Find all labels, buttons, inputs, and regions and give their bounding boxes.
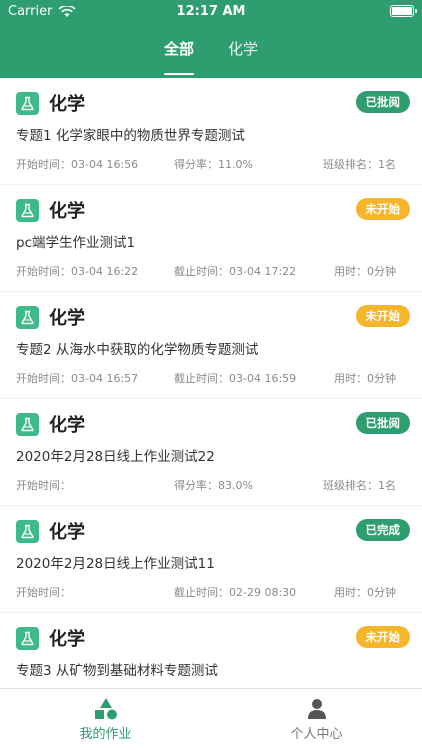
status-badge: 未开始 (355, 626, 410, 648)
homework-list[interactable]: 化学 已批阅 专题1 化学家眼中的物质世界专题测试 开始时间：03-04 16:56 得… (0, 78, 422, 688)
homework-card[interactable]: 化学 已完成 2020年2月28日线上作业测试11 开始时间： 截止时间：02-29 0… (0, 506, 422, 612)
subject-label: 化学 (49, 94, 85, 115)
subject-label: 化学 (49, 308, 85, 329)
homework-title: 专题3 从矿物到基础材料专题测试 (16, 663, 218, 679)
status-badge: 已批阅 (355, 91, 410, 113)
homework-title: 2020年2月28日线上作业测试22 (16, 449, 215, 465)
status-badge: 已完成 (355, 519, 410, 541)
meta-item-3: 用时：0分钟 (334, 265, 396, 278)
meta-item-2: 得分率：11.0% (174, 158, 253, 171)
homework-title: 2020年2月28日线上作业测试11 (16, 556, 215, 572)
meta-item-2: 得分率：83.0% (174, 479, 253, 492)
meta-item-1: 开始时间：03-04 16:22 (16, 265, 139, 278)
flask-icon (16, 626, 39, 650)
subject-row: 化学 (16, 197, 85, 223)
meta-item-3: 用时：0分钟 (334, 372, 396, 385)
flask-icon (16, 305, 39, 329)
meta-item-3: 用时：0分钟 (334, 586, 396, 599)
meta-item-1: 开始时间： (16, 479, 71, 492)
homework-card[interactable]: 化学 已批阅 2020年2月28日线上作业测试22 开始时间： 得分率：83.0% 班级排… (0, 399, 422, 505)
meta-item-3: 班级排名：1名 (323, 479, 396, 492)
meta-item-3: 班级排名：1名 (323, 158, 396, 171)
nav-my-homework-label: 我的作业 (79, 727, 132, 742)
person-icon (307, 699, 326, 719)
homework-title: 专题1 化学家眼中的物质世界专题测试 (16, 128, 245, 144)
tab-bar: 全部 化学 (0, 38, 422, 75)
battery-icon (390, 5, 417, 17)
homework-card[interactable]: 化学 未开始 pc端学生作业测试1 开始时间：03-04 16:22 截止时间：03-0… (0, 185, 422, 291)
status-badge: 已批阅 (355, 412, 410, 434)
flask-icon (16, 198, 39, 222)
meta-item-1: 开始时间：03-04 16:56 (16, 158, 139, 171)
subject-row: 化学 (16, 518, 85, 544)
nav-personal-center-label: 个人中心 (290, 727, 343, 742)
bottom-nav: 我的作业 个人中心 (0, 688, 422, 750)
status-bar: Carrier 12:17 AM (0, 0, 422, 22)
nav-personal-center[interactable]: 个人中心 (211, 695, 422, 742)
meta-item-1: 开始时间： (16, 586, 71, 599)
meta-item-2: 截止时间：03-04 17:22 (174, 265, 297, 278)
shapes-icon (94, 698, 117, 720)
flask-icon (16, 412, 39, 436)
homework-card[interactable]: 化学 已批阅专题1 化学家眼中的物质世界专题测试 开始时间：03-04 16:56 得… (0, 78, 422, 184)
nav-my-homework[interactable]: 我的作业 (0, 695, 211, 742)
flask-icon (16, 91, 39, 115)
header-bar: Carrier 12:17 AM 全部 化学 (0, 0, 422, 78)
subject-label: 化学 (49, 415, 85, 436)
status-badge: 未开始 (355, 305, 410, 327)
meta-item-2: 截止时间：03-04 16:59 (174, 372, 297, 385)
homework-card[interactable]: 化学 未开始专题3 从矿物到基础材料专题测试 (0, 613, 422, 688)
meta-item-1: 开始时间：03-04 16:57 (16, 372, 139, 385)
tab-chemistry[interactable]: 化学 (228, 38, 258, 67)
flask-icon (16, 519, 39, 543)
subject-row: 化学 (16, 625, 85, 651)
tab-all[interactable]: 全部 (163, 38, 195, 75)
subject-row: 化学 (16, 411, 85, 437)
subject-label: 化学 (49, 201, 85, 222)
status-time: 12:17 AM (176, 4, 246, 19)
subject-row: 化学 (16, 304, 85, 330)
status-badge: 未开始 (355, 198, 410, 220)
subject-row: 化学 (16, 90, 85, 116)
homework-card[interactable]: 化学 未开始专题2 从海水中获取的化学物质专题测试 开始时间：03-04 16:57… (0, 292, 422, 398)
subject-label: 化学 (49, 522, 85, 543)
meta-item-2: 截止时间：02-29 08:30 (174, 586, 297, 599)
homework-title: 专题2 从海水中获取的化学物质专题测试 (16, 342, 259, 358)
subject-label: 化学 (49, 629, 85, 650)
homework-title: pc端学生作业测试1 (16, 235, 136, 251)
